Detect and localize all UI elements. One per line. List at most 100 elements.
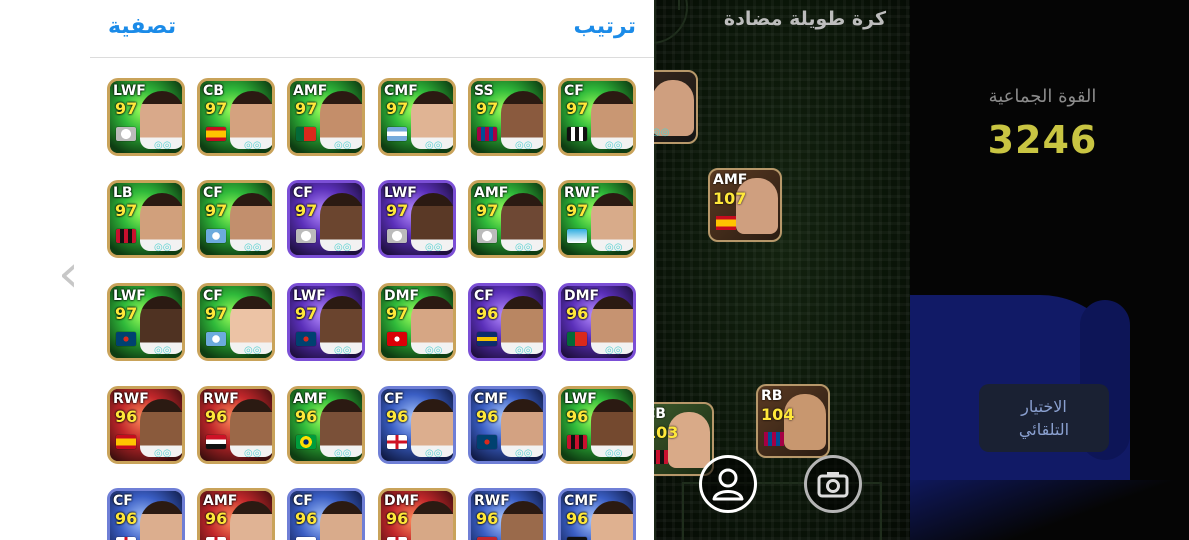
player-card[interactable]: CF96◎◎ (378, 386, 456, 464)
formation-title: كرة طويلة مضادة (723, 8, 886, 30)
auto-select-button[interactable]: الاختيار التلقائي (979, 384, 1109, 452)
card-rating: 96 (476, 304, 499, 323)
player-card[interactable]: CF 97 ◎◎ (197, 283, 275, 361)
pitch-player-card[interactable]: AMF 107 (708, 168, 782, 242)
card-rating: 97 (386, 304, 409, 323)
pitch-player-card[interactable]: ◎◎ (654, 70, 698, 144)
card-position: AMF (203, 493, 238, 509)
card-position: CF (203, 185, 223, 201)
card-rating: 97 (295, 304, 318, 323)
player-card[interactable]: LB 97 ◎◎ (107, 180, 185, 258)
skill-dots-icon: ◎◎ (605, 448, 623, 459)
player-card[interactable]: CMF96◎◎ (468, 386, 546, 464)
player-card[interactable]: CF96◎◎ (107, 488, 185, 540)
card-rating: 97 (295, 99, 318, 118)
player-card[interactable]: CMF 97 ◎◎ (378, 78, 456, 156)
pitch-card-position: AMF (713, 172, 748, 188)
egypt-flag-icon (206, 435, 226, 449)
player-card[interactable]: RWF96◎◎ (197, 386, 275, 464)
card-position: LWF (564, 391, 597, 407)
filter-button[interactable]: تصفية (108, 14, 176, 39)
skill-dots-icon: ◎◎ (515, 140, 533, 151)
boca-flag-icon (477, 332, 497, 346)
player-card[interactable]: LWF 97 ◎◎ (378, 180, 456, 258)
chevron-left-icon[interactable]: ‹ (58, 248, 84, 300)
player-card[interactable]: RWF96◎◎ (107, 386, 185, 464)
player-card[interactable]: CB 97 ◎◎ (197, 78, 275, 156)
player-card[interactable]: RWF96◎◎ (468, 488, 546, 540)
sort-button[interactable]: ترتيب (574, 14, 636, 39)
club-santos-flag-icon (567, 127, 587, 141)
player-card[interactable]: LWF 97 ◎◎ (107, 78, 185, 156)
profile-button[interactable] (699, 455, 757, 513)
skill-dots-icon: ◎◎ (605, 345, 623, 356)
card-position: AMF (293, 83, 328, 99)
skill-dots-icon: ◎◎ (334, 448, 352, 459)
player-card[interactable]: AMF96◎◎ (287, 386, 365, 464)
card-position: CMF (564, 493, 598, 509)
milan-crest-icon (654, 450, 668, 464)
player-card[interactable]: AMF96◎◎ (197, 488, 275, 540)
player-card-grid: LWF 97 ◎◎ CB 97 ◎◎ AMF 97 ◎◎ CMF 97 ◎◎ SS 97 ◎◎ CF 97 ◎◎ L… (107, 78, 637, 540)
skill-dots-icon: ◎◎ (334, 242, 352, 253)
player-card[interactable]: CF96◎◎ (287, 488, 365, 540)
club-white-flag-icon (296, 229, 316, 243)
player-card[interactable]: DMF96◎◎ (378, 488, 456, 540)
skill-dots-icon: ◎◎ (425, 140, 443, 151)
player-card[interactable]: LWF 97 ◎◎ (107, 283, 185, 361)
spain-flag-icon (116, 435, 136, 449)
camera-button[interactable] (804, 455, 862, 513)
psg-flag-icon (296, 332, 316, 346)
skill-dots-icon: ◎◎ (244, 140, 262, 151)
card-position: CF (293, 493, 313, 509)
card-rating: 96 (566, 509, 589, 528)
card-rating: 96 (205, 509, 228, 528)
card-rating: 97 (205, 201, 228, 220)
player-card[interactable]: AMF 97 ◎◎ (287, 78, 365, 156)
player-card[interactable]: CF 97 ◎◎ (197, 180, 275, 258)
card-position: DMF (384, 493, 420, 509)
player-card[interactable]: AMF 97 ◎◎ (468, 180, 546, 258)
background-decoration (910, 480, 1189, 540)
player-card[interactable]: LWF 97 ◎◎ (287, 283, 365, 361)
card-position: CF (564, 83, 584, 99)
card-position: CF (113, 493, 133, 509)
skill-dots-icon: ◎◎ (154, 140, 172, 151)
player-card[interactable]: LWF 96 ◎◎ (558, 386, 636, 464)
skill-dots-icon: ◎◎ (244, 448, 262, 459)
card-position: RWF (203, 391, 239, 407)
club-white-flag-icon (116, 127, 136, 141)
card-position: LWF (293, 288, 326, 304)
card-position: CMF (474, 391, 508, 407)
player-card[interactable]: CF 97 ◎◎ (558, 78, 636, 156)
card-position: CF (293, 185, 313, 201)
card-position: SS (474, 83, 494, 99)
card-rating: 96 (476, 509, 499, 528)
portugal-flag-icon (296, 127, 316, 141)
brazil-flag-icon (296, 435, 316, 449)
card-rating: 97 (205, 304, 228, 323)
skill-dots-icon: ◎◎ (334, 345, 352, 356)
milan-flag-icon (116, 229, 136, 243)
pitch-card-rating: 103 (654, 423, 679, 442)
player-card[interactable]: CF 97 ◎◎ (287, 180, 365, 258)
card-rating: 97 (115, 201, 138, 220)
player-card[interactable]: DMF 97 ◎◎ (378, 283, 456, 361)
skill-dots-icon: ◎◎ (154, 242, 172, 253)
player-card[interactable]: SS 97 ◎◎ (468, 78, 546, 156)
card-position: CF (474, 288, 494, 304)
card-rating: 97 (115, 99, 138, 118)
player-card[interactable]: DMF96◎◎ (558, 283, 636, 361)
card-rating: 96 (386, 407, 409, 426)
skill-dots-icon: ◎◎ (334, 140, 352, 151)
card-rating: 97 (566, 99, 589, 118)
card-rating: 97 (295, 201, 318, 220)
player-card[interactable]: RWF 97 ◎◎ (558, 180, 636, 258)
team-stats-panel: القوة الجماعية 3246 الاختيار التلقائي (910, 0, 1189, 540)
player-card[interactable]: CF96◎◎ (468, 283, 546, 361)
player-card[interactable]: CMF96◎◎ (558, 488, 636, 540)
milan-flag-icon (567, 435, 587, 449)
spain-flag-icon (206, 127, 226, 141)
pitch-player-card[interactable]: RB 104 (756, 384, 830, 458)
card-position: LB (113, 185, 133, 201)
